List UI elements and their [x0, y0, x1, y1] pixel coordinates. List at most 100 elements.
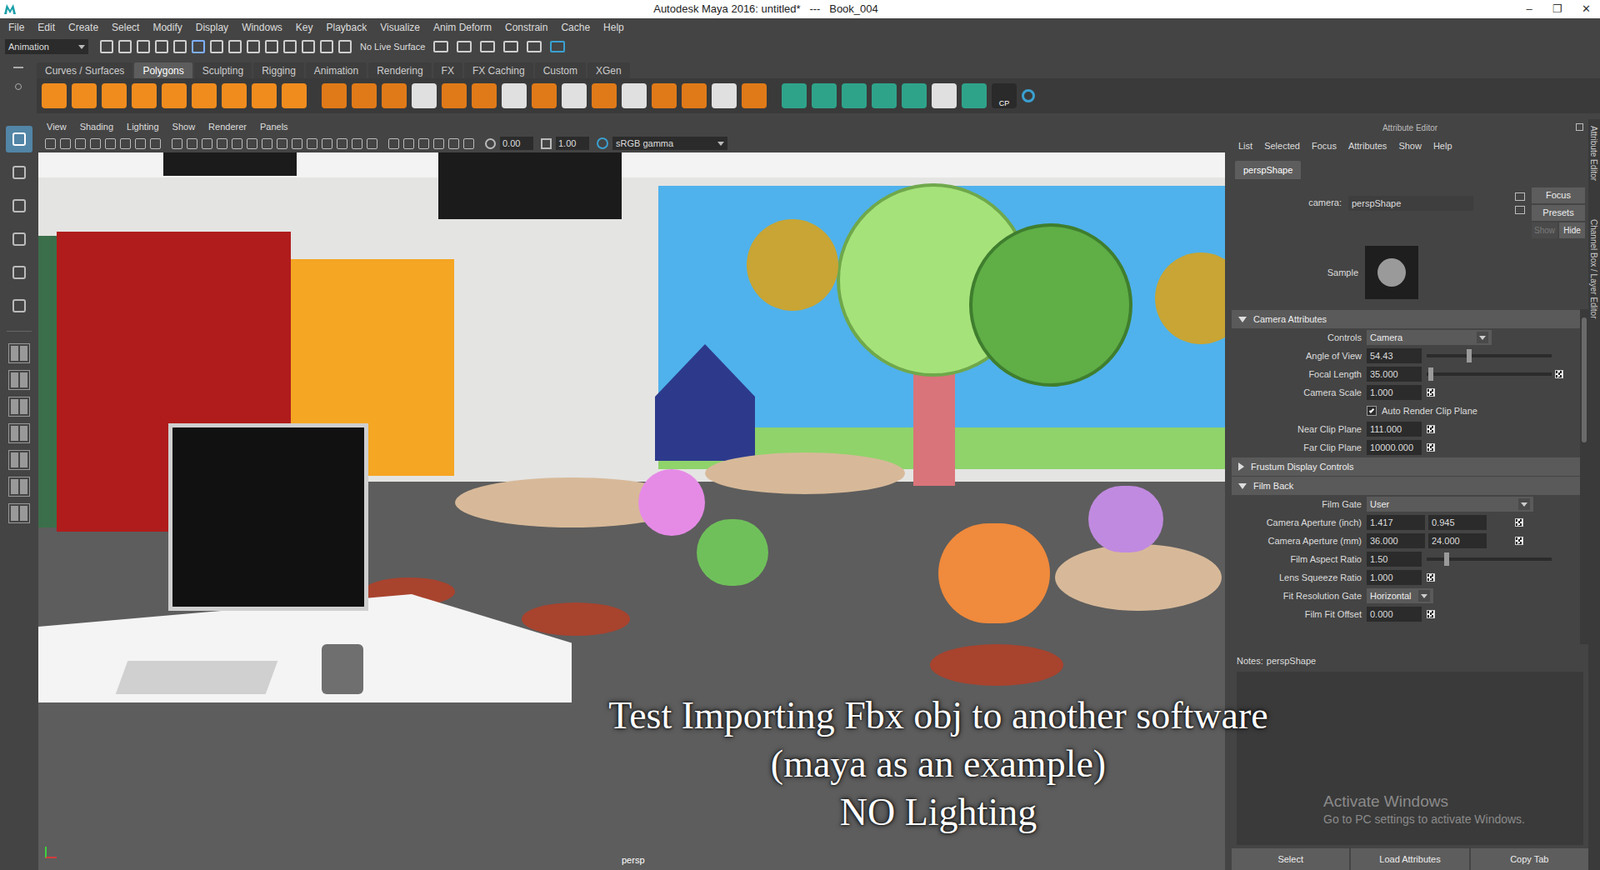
ae-side-button[interactable]: Presets	[1531, 205, 1585, 221]
layout-button[interactable]	[8, 450, 30, 470]
menu-item[interactable]: Playback	[326, 20, 368, 35]
shelf-tool-icon[interactable]	[811, 83, 837, 109]
status-tool-icon[interactable]	[118, 40, 132, 54]
shelf-tool-icon[interactable]	[251, 83, 277, 109]
menu-item[interactable]: Help	[603, 20, 625, 35]
expand-arrow-icon[interactable]	[1238, 462, 1245, 471]
viewport-tool-icon[interactable]	[120, 138, 131, 150]
viewport-tool-icon[interactable]	[231, 138, 243, 150]
viewport-tool-icon[interactable]	[90, 138, 101, 150]
section-header[interactable]: Frustum Display Controls	[1231, 457, 1580, 476]
shelf-tool-icon[interactable]	[531, 83, 557, 109]
viewport-tool-icon[interactable]	[171, 138, 183, 150]
ae-menu-item[interactable]: Show	[1398, 139, 1422, 154]
ae-menu-item[interactable]: Help	[1433, 139, 1453, 154]
viewport-tool-icon[interactable]	[366, 138, 378, 150]
shelf-tool-icon[interactable]	[381, 83, 407, 109]
number-field[interactable]: 24.000	[1428, 533, 1487, 549]
menu-item[interactable]: Cache	[560, 20, 590, 35]
shelf-tool-icon[interactable]	[71, 83, 97, 109]
window-control-button[interactable]: –	[1515, 0, 1544, 18]
viewport-tool-icon[interactable]	[291, 138, 303, 150]
shelf-tool-icon[interactable]	[871, 83, 897, 109]
shelf-tool-icon[interactable]	[471, 83, 497, 109]
shelf-tool-icon[interactable]	[681, 83, 707, 109]
shelf-tab[interactable]: Rigging	[253, 62, 305, 79]
slider-track[interactable]	[1426, 557, 1552, 561]
menu-item[interactable]: Modify	[152, 20, 182, 35]
number-field[interactable]: 1.000	[1366, 385, 1422, 400]
shelf-tab[interactable]: FX Caching	[464, 62, 534, 79]
slider-handle[interactable]	[1428, 367, 1434, 381]
viewport-tool-icon[interactable]	[403, 138, 415, 150]
render-tool-icon[interactable]	[433, 40, 449, 53]
shelf-tool-icon[interactable]	[501, 83, 527, 109]
scrollbar[interactable]	[1580, 309, 1589, 645]
camera-field[interactable]: perspShape	[1348, 195, 1474, 211]
status-tool-icon[interactable]	[338, 40, 352, 54]
ae-bottom-button[interactable]: Select	[1231, 848, 1350, 870]
map-button-icon[interactable]	[1426, 610, 1435, 619]
viewport-tool-icon[interactable]	[463, 138, 475, 150]
number-field[interactable]: 1.50	[1366, 551, 1422, 567]
viewport-tool-icon[interactable]	[321, 138, 333, 150]
viewport-tool-icon[interactable]	[201, 138, 213, 150]
layout-button[interactable]	[8, 343, 30, 364]
viewport-tool-icon[interactable]	[433, 138, 445, 150]
tool-button[interactable]	[5, 125, 33, 153]
shelf-tool-icon[interactable]	[961, 83, 987, 109]
viewport-tool-icon[interactable]	[276, 138, 288, 150]
status-tool-icon[interactable]	[265, 40, 279, 54]
layout-button[interactable]	[8, 396, 30, 417]
viewport-tool-icon[interactable]	[388, 138, 400, 150]
layout-button[interactable]	[8, 423, 30, 444]
menu-item[interactable]: Anim Deform	[433, 20, 492, 35]
shelf-tool-icon[interactable]	[321, 83, 347, 109]
ae-side-button[interactable]: Focus	[1531, 187, 1585, 204]
shelf-tab[interactable]: Curves / Surfaces	[36, 62, 133, 79]
number-field[interactable]: 54.43	[1366, 348, 1422, 364]
map-button-icon[interactable]	[1426, 443, 1435, 452]
shelf-tool-icon[interactable]	[711, 83, 737, 109]
float-icon[interactable]	[1575, 123, 1584, 131]
expand-arrow-icon[interactable]	[1238, 483, 1247, 490]
shelf-tab[interactable]: Polygons	[134, 62, 192, 79]
output-connections-icon[interactable]	[1515, 205, 1525, 215]
status-tool-icon[interactable]	[155, 40, 169, 54]
render-tool-icon[interactable]	[550, 40, 565, 53]
ae-menu-item[interactable]: List	[1238, 139, 1253, 154]
number-field[interactable]: 1.000	[1366, 570, 1422, 585]
viewport-menu-item[interactable]: View	[46, 120, 67, 135]
menu-item[interactable]: Key	[295, 20, 314, 35]
viewport-tool-icon[interactable]	[246, 138, 258, 150]
tool-button[interactable]	[5, 192, 33, 220]
shelf-tab[interactable]: Custom	[535, 62, 586, 79]
shelf-tool-icon[interactable]	[901, 83, 927, 109]
menu-item[interactable]: File	[8, 20, 25, 35]
input-connections-icon[interactable]	[1515, 192, 1525, 201]
viewport-tool-icon[interactable]	[336, 138, 348, 150]
live-surface-field[interactable]: No Live Surface	[360, 40, 425, 55]
layout-button[interactable]	[8, 370, 30, 390]
map-button-icon[interactable]	[1426, 573, 1435, 582]
status-tool-icon[interactable]	[173, 40, 187, 54]
viewport-tool-icon[interactable]	[135, 138, 146, 150]
status-tool-icon[interactable]	[210, 40, 224, 54]
shelf-tool-icon[interactable]	[781, 83, 807, 109]
layout-button[interactable]	[8, 503, 30, 524]
side-tab[interactable]: Channel Box / Layer Editor	[1588, 219, 1599, 320]
dropdown[interactable]: User	[1366, 496, 1534, 512]
shelf-tool-icon[interactable]	[101, 83, 127, 109]
shelf-tool-icon[interactable]	[281, 83, 307, 109]
number-field[interactable]: 35.000	[1366, 366, 1422, 382]
render-tool-icon[interactable]	[526, 40, 542, 53]
ae-tab[interactable]: perspShape	[1235, 160, 1301, 180]
shelf-tab[interactable]: XGen	[587, 62, 630, 79]
shelf-tab[interactable]: Rendering	[368, 62, 431, 79]
viewport-tool-icon[interactable]	[150, 138, 161, 150]
shelf-tool-icon[interactable]	[931, 83, 957, 109]
number-field[interactable]: 0.945	[1428, 515, 1487, 530]
color-space-dropdown[interactable]: sRGB gamma	[612, 136, 728, 150]
viewport-tool-icon[interactable]	[448, 138, 460, 150]
status-tool-icon[interactable]	[301, 40, 315, 54]
